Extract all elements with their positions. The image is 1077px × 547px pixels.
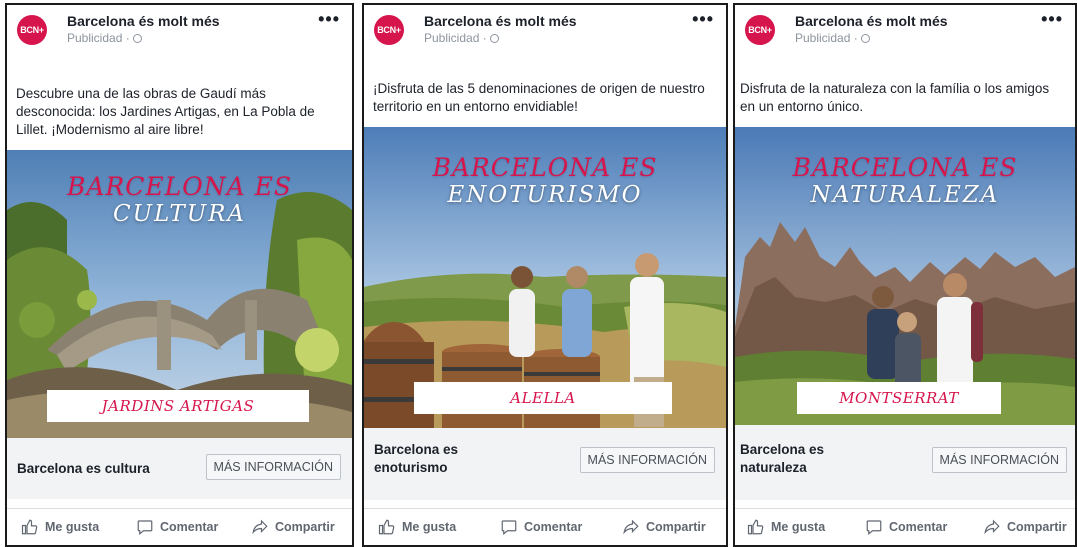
banner-title: BARCELONA ES NATURALEZA [735, 153, 1075, 208]
banner-line-1: BARCELONA ES [432, 153, 658, 182]
page-name-link[interactable]: Barcelona és molt més [424, 13, 577, 29]
more-dots-icon[interactable]: ••• [1041, 9, 1063, 30]
comment-button[interactable]: Comentar [500, 518, 582, 536]
thumbs-up-icon [378, 519, 395, 535]
more-dots-icon[interactable]: ••• [692, 9, 714, 30]
share-label: Compartir [1007, 520, 1067, 534]
like-button[interactable]: Me gusta [21, 518, 99, 536]
mas-informacion-button[interactable]: MÁS INFORMACIÓN [205, 454, 341, 480]
like-button[interactable]: Me gusta [378, 518, 456, 536]
banner-title: BARCELONA ES CULTURA [7, 172, 352, 227]
banner-line-1: BARCELONA ES [792, 153, 1018, 182]
sponsored-text: Publicidad · [67, 31, 130, 45]
link-footer[interactable]: Barcelona es cultura MÁS INFORMACIÓN [7, 438, 352, 499]
like-label: Me gusta [402, 520, 457, 534]
post-caption: ¡Disfruta de las 5 denominaciones de ori… [373, 81, 705, 114]
sponsored-label: Publicidad · [795, 31, 870, 45]
share-arrow-icon [984, 519, 1000, 535]
link-title[interactable]: Barcelona es naturaleza [740, 441, 860, 477]
action-bar: Me gusta Comentar Compartir [364, 508, 726, 545]
ad-card-naturaleza: BCN+ Barcelona és molt més Publicidad · … [733, 3, 1077, 547]
comment-bubble-icon [137, 520, 153, 535]
thumbs-up-icon [21, 519, 38, 535]
place-label: ALELLA [414, 382, 672, 414]
share-label: Compartir [646, 520, 706, 534]
banner-line-1: BARCELONA ES [67, 172, 292, 201]
comment-bubble-icon [866, 520, 882, 535]
ad-image[interactable]: BARCELONA ES ENOTURISMO ALELLA [364, 127, 726, 428]
action-bar: Me gusta Comentar Compartir [7, 508, 352, 545]
page-name-link[interactable]: Barcelona és molt més [67, 13, 220, 29]
sponsored-label: Publicidad · [67, 31, 142, 45]
share-button[interactable]: Compartir [983, 518, 1067, 536]
sponsored-label: Publicidad · [424, 31, 499, 45]
comment-label: Comentar [160, 520, 219, 534]
post-header: BCN+ Barcelona és molt més Publicidad · … [7, 5, 352, 51]
sponsored-text: Publicidad · [795, 31, 858, 45]
post-caption: Descubre una de las obras de Gaudí más d… [16, 86, 315, 137]
ad-card-enoturismo: BCN+ Barcelona és molt més Publicidad · … [362, 3, 728, 547]
ad-image[interactable]: BARCELONA ES NATURALEZA MONTSERRAT [735, 127, 1075, 425]
mas-informacion-button[interactable]: MÁS INFORMACIÓN [931, 447, 1067, 473]
share-arrow-icon [252, 519, 268, 535]
bcn-logo-avatar[interactable]: BCN+ [745, 15, 775, 45]
link-footer[interactable]: Barcelona es enoturismo MÁS INFORMACIÓN [364, 428, 726, 500]
place-label: JARDINS ARTIGAS [47, 390, 309, 422]
bcn-logo-avatar[interactable]: BCN+ [17, 15, 47, 45]
mas-informacion-button[interactable]: MÁS INFORMACIÓN [579, 447, 715, 473]
share-label: Compartir [275, 520, 335, 534]
share-button[interactable]: Compartir [622, 518, 706, 536]
comment-button[interactable]: Comentar [136, 518, 218, 536]
more-dots-icon[interactable]: ••• [318, 9, 340, 30]
comment-label: Comentar [524, 520, 583, 534]
ad-card-cultura: BCN+ Barcelona és molt més Publicidad · … [5, 3, 354, 547]
share-arrow-icon [623, 519, 639, 535]
ad-image[interactable]: BARCELONA ES CULTURA JARDINS ARTIGAS [7, 150, 352, 438]
link-footer[interactable]: Barcelona es naturaleza MÁS INFORMACIÓN [735, 425, 1075, 500]
banner-title: BARCELONA ES ENOTURISMO [364, 153, 726, 208]
sponsored-text: Publicidad · [424, 31, 487, 45]
post-header: BCN+ Barcelona és molt més Publicidad · … [364, 5, 726, 51]
post-caption: Disfruta de la naturaleza con la família… [740, 81, 1050, 114]
banner-line-2: ENOTURISMO [447, 182, 643, 208]
comment-label: Comentar [889, 520, 948, 534]
like-label: Me gusta [771, 520, 826, 534]
link-title[interactable]: Barcelona es cultura [17, 460, 150, 478]
action-bar: Me gusta Comentar Compartir [735, 508, 1075, 545]
like-label: Me gusta [45, 520, 100, 534]
banner-line-2: NATURALEZA [810, 182, 1000, 208]
link-title[interactable]: Barcelona es enoturismo [374, 441, 494, 477]
thumbs-up-icon [747, 519, 764, 535]
globe-icon [132, 33, 142, 43]
post-header: BCN+ Barcelona és molt més Publicidad · … [735, 5, 1075, 51]
comment-bubble-icon [501, 520, 517, 535]
page-name-link[interactable]: Barcelona és molt més [795, 13, 948, 29]
comment-button[interactable]: Comentar [865, 518, 947, 536]
banner-line-2: CULTURA [112, 201, 247, 227]
globe-icon [860, 33, 870, 43]
share-button[interactable]: Compartir [251, 518, 335, 536]
globe-icon [489, 33, 499, 43]
bcn-logo-avatar[interactable]: BCN+ [374, 15, 404, 45]
place-label: MONTSERRAT [797, 382, 1001, 414]
like-button[interactable]: Me gusta [747, 518, 825, 536]
